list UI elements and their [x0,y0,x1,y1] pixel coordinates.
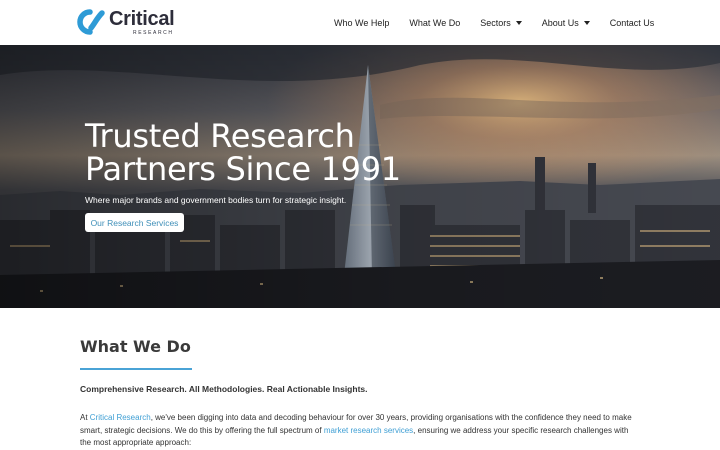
para-text: At [80,413,90,422]
hero-title-line: Partners Since 1991 [85,150,401,188]
intro-paragraph: At Critical Research, we've been digging… [80,412,640,450]
nav-about-us[interactable]: About Us [542,18,590,28]
nav-who-we-help[interactable]: Who We Help [334,18,389,28]
hero-title-line: Trusted Research [85,117,355,155]
logo[interactable]: Critical RESEARCH [77,8,177,36]
chevron-down-icon [583,20,590,25]
site-header: Critical RESEARCH Who We Help What We Do… [0,0,720,45]
hero-subtitle: Where major brands and government bodies… [85,195,347,205]
nav-label: What We Do [409,17,461,28]
nav-label: Sectors [480,17,511,28]
logo-subtitle: RESEARCH [133,30,174,36]
market-research-services-link[interactable]: market research services [324,426,413,435]
company-link[interactable]: Critical Research [90,413,151,422]
research-services-button[interactable]: Our Research Services [85,213,184,232]
hero-title: Trusted Research Partners Since 1991 [85,120,445,186]
nav-contact-us[interactable]: Contact Us [610,18,655,28]
nav-label: About Us [541,17,579,28]
nav-label: Who We Help [334,17,390,28]
section-divider [80,368,192,370]
hero-banner: Trusted Research Partners Since 1991 Whe… [0,45,720,308]
nav-what-we-do[interactable]: What We Do [409,18,460,28]
main-nav: Who We Help What We Do Sectors About Us … [330,0,654,45]
chevron-down-icon [515,20,522,25]
nav-label: Contact Us [609,17,655,28]
logo-wordmark: Critical [109,8,175,30]
section-tagline: Comprehensive Research. All Methodologie… [80,384,368,394]
section-title: What We Do [80,337,191,356]
nav-sectors[interactable]: Sectors [480,18,522,28]
logo-mark-icon [77,9,105,35]
